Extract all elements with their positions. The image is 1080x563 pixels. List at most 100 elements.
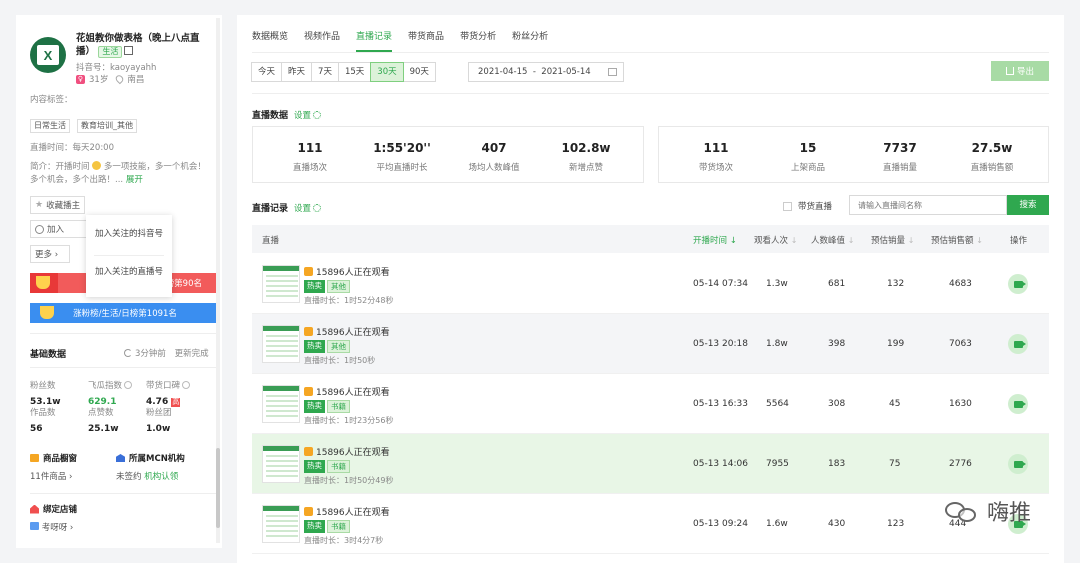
rank-badge-blue[interactable]: 涨粉榜/生活/日榜第1091名 (30, 303, 220, 323)
shop-title: 绑定店铺 (30, 503, 77, 515)
live-icon (304, 267, 313, 276)
add-circle-icon (35, 224, 44, 234)
est-revenue: 7063 (949, 339, 972, 349)
live-title[interactable]: 15896人正在观看 (304, 325, 390, 338)
add-button[interactable]: 加入 (30, 220, 90, 238)
video-camera-icon (1013, 460, 1026, 468)
stat-works: 作品数 56 (30, 408, 56, 434)
live-duration: 直播时长：1时50分49秒 (304, 476, 394, 485)
favorite-button[interactable]: ★ 收藏播主 (30, 196, 86, 214)
expand-link[interactable]: 展开 (126, 175, 143, 185)
popup-divider (94, 255, 164, 256)
live-title[interactable]: 15896人正在观看 (304, 505, 390, 518)
checkbox[interactable] (783, 201, 792, 211)
sidebar-scrollbar[interactable] (216, 18, 220, 543)
location: 南昌 (127, 75, 145, 85)
live-title[interactable]: 15896人正在观看 (304, 265, 390, 278)
table-row[interactable]: 15896人正在观看 热卖 书籍 直播时长：3时4分7秒 05-13 09:24 … (252, 494, 1049, 554)
help-icon[interactable] (124, 381, 133, 389)
est-sales: 199 (887, 339, 905, 349)
range-90d[interactable]: 90天 (402, 62, 436, 82)
more-button[interactable]: 更多 › (30, 245, 70, 263)
table-row[interactable]: 15896人正在观看 热卖 其他 直播时长：1时52分48秒 05-14 07:3… (252, 254, 1049, 314)
live-icon (304, 327, 313, 336)
tab-overview[interactable]: 数据概览 (252, 29, 288, 52)
live-data-settings[interactable]: 设置 (294, 109, 322, 121)
divider (30, 493, 220, 494)
est-sales: 75 (889, 459, 901, 469)
replay-button[interactable] (1008, 394, 1028, 414)
live-thumbnail[interactable] (262, 325, 300, 363)
trophy-box (30, 273, 58, 293)
female-icon: ♀ (76, 74, 85, 84)
col-est-sales[interactable]: 预估销量 ↓ (871, 234, 914, 246)
calendar-icon (608, 68, 617, 76)
tab-sales-analysis[interactable]: 带货分析 (460, 29, 496, 52)
replay-button[interactable] (1008, 454, 1028, 474)
export-button[interactable]: 导出 (991, 61, 1049, 81)
profile-intro: 简介：开播时间 多一项技能，多一个机会！多个机会，多个出路！... 展开 (30, 161, 206, 185)
scrollbar-thumb[interactable] (216, 448, 220, 528)
refresh-icon (124, 349, 132, 357)
goods-live-filter[interactable]: 带货直播 (783, 200, 832, 212)
table-row[interactable]: 15896人正在观看 热卖 书籍 直播时长：1时50分49秒 05-13 14:0… (252, 434, 1049, 494)
search-button[interactable]: 搜索 (1007, 195, 1049, 215)
range-yesterday[interactable]: 昨天 (281, 62, 313, 82)
live-thumbnail[interactable] (262, 505, 300, 543)
shop-icon (30, 522, 39, 530)
help-icon[interactable] (182, 381, 191, 389)
date-range-picker[interactable]: 2021-04-15 - 2021-05-14 (468, 62, 624, 82)
avatar[interactable]: X (30, 37, 66, 73)
records-settings[interactable]: 设置 (294, 202, 322, 214)
popup-item-follow-live[interactable]: 加入关注的直播号 (94, 267, 164, 277)
replay-button[interactable] (1008, 274, 1028, 294)
live-duration: 直播时长：1时50秒 (304, 356, 376, 365)
tab-fans-analysis[interactable]: 粉丝分析 (512, 29, 548, 52)
replay-button[interactable] (1008, 334, 1028, 354)
kpi-item: 111 带货场次 (698, 141, 733, 173)
age: 31岁 (89, 75, 109, 85)
est-revenue: 4683 (949, 279, 972, 289)
est-sales: 132 (887, 279, 905, 289)
col-views[interactable]: 观看人次 ↓ (754, 234, 797, 246)
tab-videos[interactable]: 视频作品 (304, 29, 340, 52)
range-today[interactable]: 今天 (251, 62, 283, 82)
popup-item-follow-douyin[interactable]: 加入关注的抖音号 (94, 229, 164, 239)
tab-goods[interactable]: 带货商品 (408, 29, 444, 52)
live-thumbnail[interactable] (262, 445, 300, 483)
col-peak[interactable]: 人数峰值 ↓ (811, 234, 854, 246)
est-revenue: 1630 (949, 399, 972, 409)
live-title[interactable]: 15896人正在观看 (304, 385, 390, 398)
range-7d[interactable]: 7天 (311, 62, 339, 82)
col-start-time[interactable]: 开播时间 ↓ (693, 234, 737, 246)
peak: 183 (828, 459, 846, 469)
table-row[interactable]: 15896人正在观看 热卖 其他 直播时长：1时50秒 05-13 20:18 1… (252, 314, 1049, 374)
range-30d[interactable]: 30天 (370, 62, 404, 82)
table-header: 直播 开播时间 ↓ 观看人次 ↓ 人数峰值 ↓ 预估销量 ↓ 预估销售额 ↓ 操… (252, 225, 1049, 253)
views: 5564 (766, 399, 789, 409)
kpi-item: 7737 直播销量 (882, 141, 917, 173)
qrcode-icon[interactable] (124, 46, 134, 55)
peak: 308 (828, 399, 846, 409)
col-action: 操作 (1010, 236, 1028, 246)
star-icon: ★ (35, 200, 44, 210)
refresh-status[interactable]: 3分钟前 更新完成 (124, 347, 209, 359)
stat-fans: 粉丝数 53.1w (30, 381, 61, 407)
live-title[interactable]: 15896人正在观看 (304, 445, 390, 458)
range-15d[interactable]: 15天 (337, 62, 372, 82)
est-sales: 45 (889, 399, 901, 409)
live-thumbnail[interactable] (262, 265, 300, 303)
live-thumbnail[interactable] (262, 385, 300, 423)
video-camera-icon (1013, 340, 1026, 348)
search-input[interactable] (849, 195, 1007, 215)
table-row[interactable]: 15896人正在观看 热卖 书籍 直播时长：1时23分56秒 05-13 16:3… (252, 374, 1049, 434)
tab-live-records[interactable]: 直播记录 (356, 29, 393, 52)
basic-data-title: 基础数据 (30, 350, 67, 360)
showcase-link[interactable]: 11件商品 › (30, 470, 72, 482)
claim-link[interactable]: 机构认领 (144, 472, 178, 482)
views: 1.3w (766, 279, 788, 289)
col-est-revenue[interactable]: 预估销售额 ↓ (931, 234, 983, 246)
shop-link[interactable]: 考呀呀 › (30, 521, 73, 533)
live-duration: 直播时长：1时52分48秒 (304, 296, 394, 305)
stat-reputation: 带货口碑 4.76 高 (146, 379, 191, 407)
